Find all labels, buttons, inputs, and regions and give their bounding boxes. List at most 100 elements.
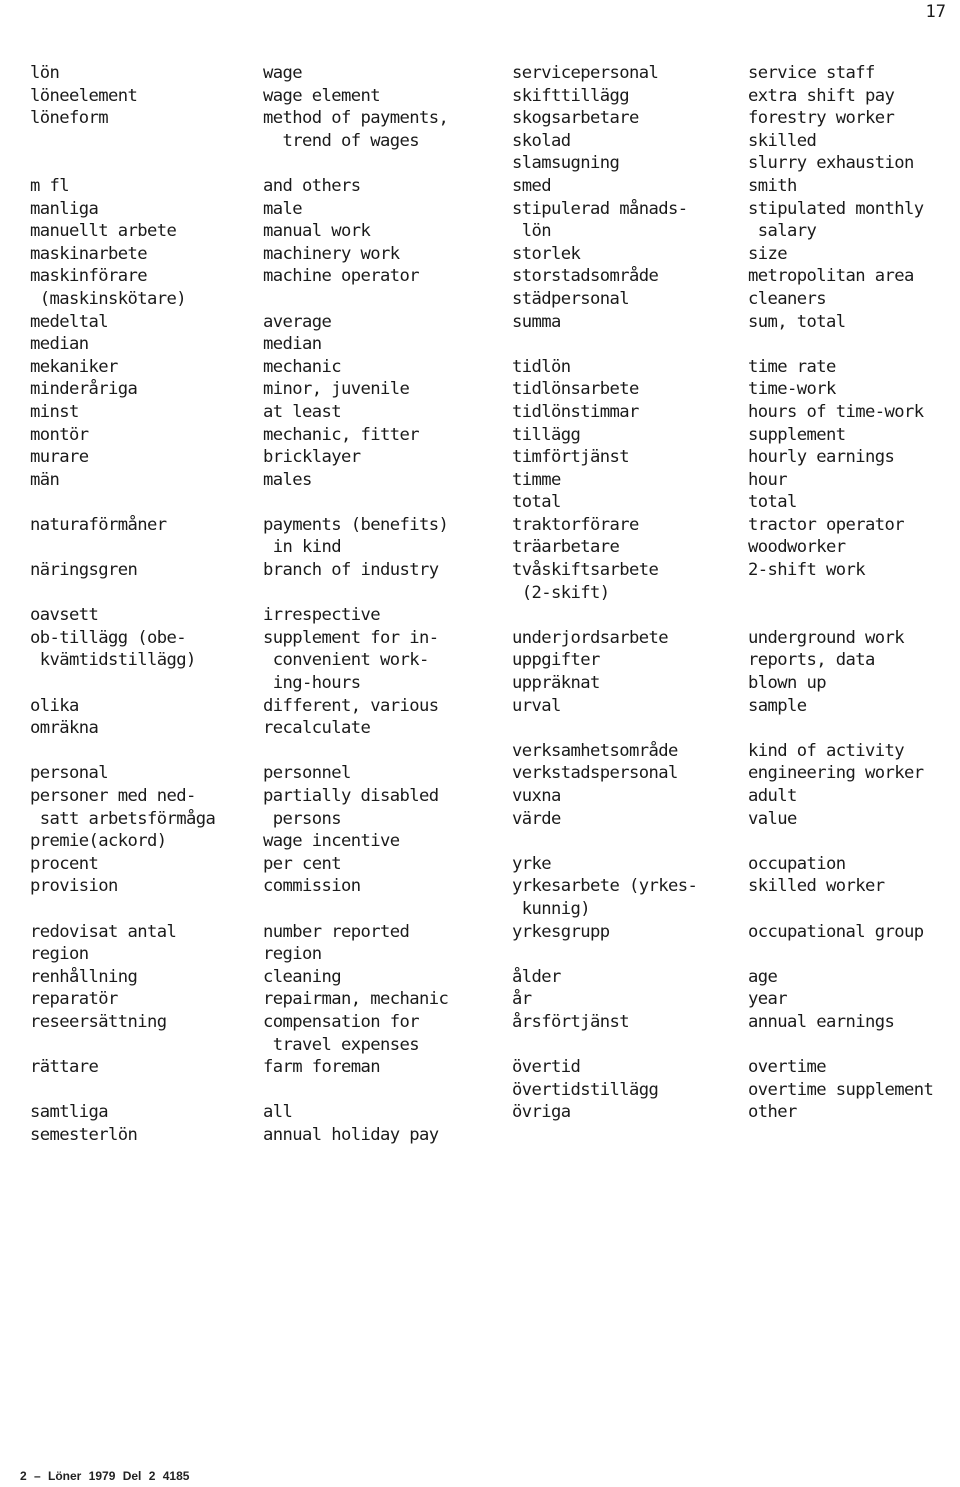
swedish-term: urval [512, 695, 561, 716]
swedish-term: minderåriga [30, 379, 138, 400]
swedish-term: (2-skift) [512, 582, 610, 603]
swedish-term: timförtjänst [512, 447, 630, 468]
english-translation: travel expenses [263, 1034, 420, 1055]
english-translation: mechanic [263, 356, 342, 377]
english-translation: machine operator [263, 266, 420, 287]
english-translation: reports, data [748, 650, 875, 671]
swedish-term: manuellt arbete [30, 221, 177, 242]
swedish-term: ålder [512, 966, 561, 987]
english-translation: time rate [748, 356, 836, 377]
swedish-term: årsförtjänst [512, 1011, 630, 1032]
english-translation: skilled worker [748, 876, 885, 897]
swedish-term: vuxna [512, 786, 561, 806]
swedish-term: maskinarbete [30, 243, 148, 264]
swedish-term: lön [512, 221, 552, 242]
english-translation: engineering worker [748, 763, 924, 784]
english-translation: blown up [748, 673, 827, 694]
english-translation: trend of wages [263, 130, 419, 151]
english-translation: metropolitan area [748, 266, 914, 287]
english-translation: compensation for [263, 1011, 420, 1032]
english-translation: annual holiday pay [263, 1124, 439, 1145]
swedish-term: storlek [512, 243, 581, 264]
english-translation: stipulated monthly [748, 198, 924, 219]
english-translation: supplement for in- [263, 627, 439, 648]
english-translation: adult [748, 786, 797, 806]
swedish-term: naturaförmåner [30, 514, 167, 535]
english-translation: persons [263, 808, 342, 829]
swedish-term: (maskinskötare) [30, 288, 187, 309]
english-translation: and others [263, 175, 361, 196]
english-translation: size [748, 243, 788, 264]
swedish-term: personer med ned- [30, 786, 196, 806]
swedish-term: lön [30, 63, 60, 83]
swedish-term: timme [512, 469, 561, 490]
english-translation: extra shift pay [748, 85, 895, 106]
swedish-term: semesterlön [30, 1124, 138, 1145]
english-translation: annual earnings [748, 1011, 895, 1032]
english-translation: farm foreman [263, 1057, 381, 1078]
english-translation: tractor operator [748, 514, 905, 535]
english-translation: ing-hours [263, 673, 361, 694]
english-translation: partially disabled [263, 786, 439, 806]
english-translation: bricklayer [263, 447, 361, 468]
english-translation: male [263, 198, 303, 219]
swedish-term: manliga [30, 198, 99, 219]
swedish-term: stipulerad månads- [512, 198, 688, 219]
swedish-term: yrke [512, 853, 552, 874]
english-translation: commission [263, 876, 361, 897]
swedish-term: median [30, 334, 89, 355]
english-translation: sum, total [748, 311, 846, 332]
english-translation: skilled [748, 130, 817, 151]
swedish-term: smed [512, 175, 552, 196]
swedish-term: städpersonal [512, 288, 630, 309]
english-translation: machinery work [263, 243, 400, 264]
swedish-term: redovisat antal [30, 921, 177, 942]
swedish-term: verksamhetsområde [512, 740, 678, 761]
swedish-term: mekaniker [30, 356, 118, 377]
english-translation: mechanic, fitter [263, 424, 420, 445]
english-translation: other [748, 1102, 797, 1123]
swedish-term: samtliga [30, 1102, 109, 1123]
swedish-term: yrkesgrupp [512, 921, 610, 942]
swedish-term: kvämtidstillägg) [30, 650, 197, 671]
english-translation: in kind [263, 537, 342, 558]
english-translation: overtime supplement [748, 1079, 934, 1100]
swedish-term: region [30, 944, 89, 965]
english-translation: value [748, 808, 797, 829]
swedish-term: löneform [30, 108, 109, 129]
swedish-term: slamsugning [512, 153, 620, 174]
swedish-term: skogsarbetare [512, 108, 639, 129]
english-translation: wage incentive [263, 831, 400, 852]
swedish-term: medeltal [30, 311, 109, 332]
swedish-term: kunnig) [512, 898, 591, 919]
english-translation: occupation [748, 853, 846, 874]
swedish-term: uppgifter [512, 650, 600, 671]
swedish-term: tidlönstimmar [512, 401, 639, 422]
swedish-term: traktorförare [512, 514, 639, 535]
swedish-term: storstadsområde [512, 266, 659, 287]
english-translation: sample [748, 695, 807, 716]
swedish-term: olika [30, 695, 79, 716]
english-translation: region [263, 944, 322, 965]
swedish-term: procent [30, 853, 99, 874]
english-translation: age [748, 966, 778, 987]
english-translation: personnel [263, 763, 351, 784]
swedish-term: träarbetare [512, 537, 620, 558]
english-translation: average [263, 311, 332, 332]
swedish-term: oavsett [30, 605, 99, 626]
swedish-term: reparatör [30, 989, 118, 1010]
english-translation: payments (benefits) [263, 514, 449, 535]
english-translation: branch of industry [263, 560, 439, 581]
english-translation: wage [263, 63, 303, 83]
english-translation: median [263, 334, 322, 355]
english-translation: slurry exhaustion [748, 153, 914, 174]
page-number: 17 [925, 2, 946, 22]
english-translation: underground work [748, 627, 905, 648]
english-translation: woodworker [748, 537, 846, 558]
swedish-term: renhållning [30, 966, 138, 987]
english-translation: manual work [263, 221, 371, 242]
english-translation: hour [748, 469, 788, 490]
english-translation: overtime [748, 1057, 827, 1078]
english-translation: irrespective [263, 605, 381, 626]
english-translation: smith [748, 175, 797, 196]
